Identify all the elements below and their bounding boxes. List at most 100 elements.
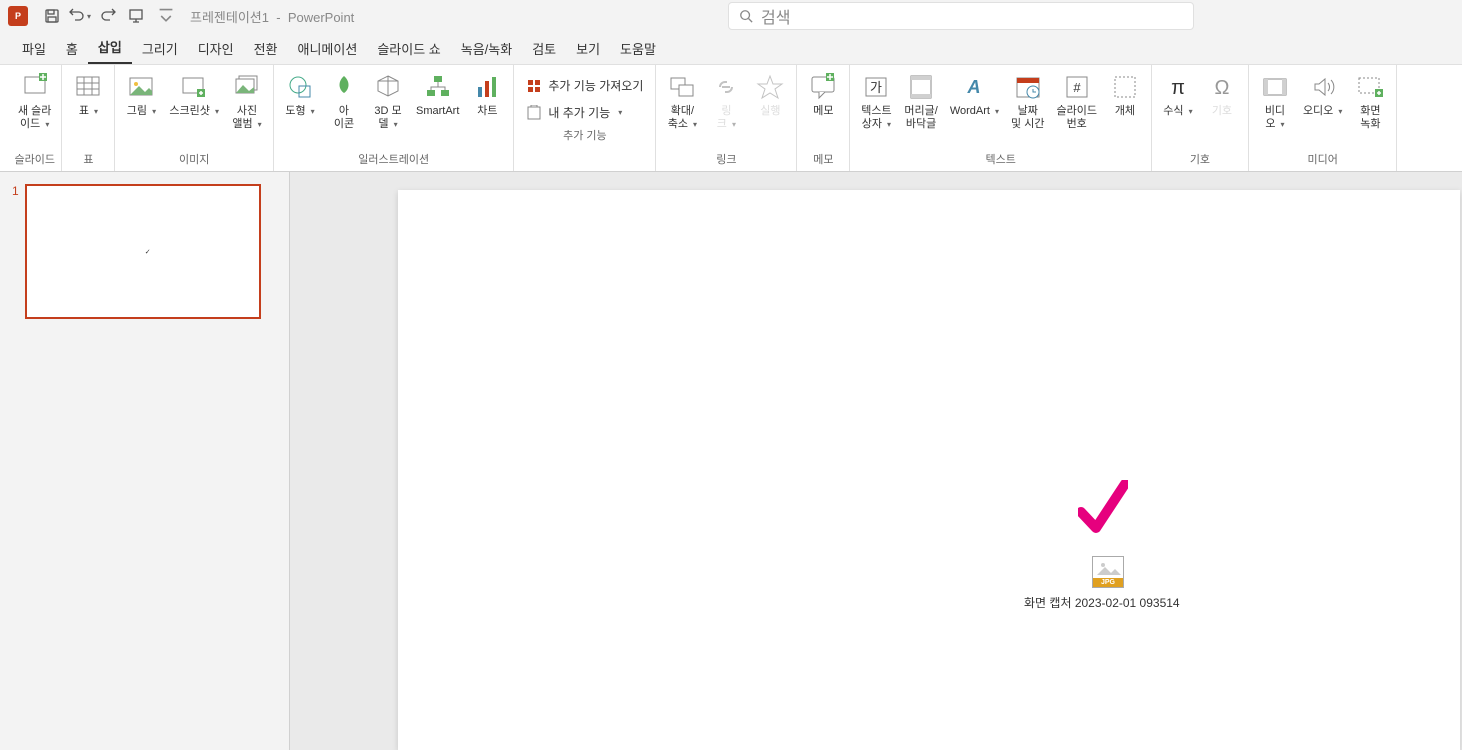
smartart-icon <box>422 71 454 103</box>
undo-button[interactable]: ▾ <box>68 4 92 28</box>
icons-button[interactable]: 아이콘 <box>324 69 364 133</box>
svg-text:#: # <box>1073 80 1081 95</box>
slide-number-label: 1 <box>12 184 19 738</box>
comment-icon <box>807 71 839 103</box>
ribbon-group-메모: 메모메모 <box>797 65 850 171</box>
tab-파일[interactable]: 파일 <box>12 33 56 64</box>
jpg-badge: JPG <box>1093 578 1123 587</box>
ribbon-tabs: 파일홈삽입그리기디자인전환애니메이션슬라이드 쇼녹음/녹화검토보기도움말 <box>0 32 1462 64</box>
checkmark-shape[interactable] <box>1078 480 1128 541</box>
photo-album-button[interactable]: 사진앨범 ▾ <box>227 69 267 133</box>
chevron-down-icon <box>158 8 174 24</box>
date-time-icon <box>1012 71 1044 103</box>
btn-label: 실행 <box>760 105 780 118</box>
checkmark-icon <box>1078 480 1128 536</box>
tab-슬라이드 쇼[interactable]: 슬라이드 쇼 <box>367 33 450 64</box>
slideshow-button[interactable] <box>124 4 148 28</box>
btn-label: 기호 <box>1212 105 1232 118</box>
chevron-down-icon: ▾ <box>732 120 736 129</box>
screenshot-button[interactable]: 스크린샷 ▾ <box>165 69 223 120</box>
smartart-button[interactable]: SmartArt <box>412 69 463 120</box>
header-footer-icon <box>905 71 937 103</box>
tab-전환[interactable]: 전환 <box>244 33 288 64</box>
photo-album-icon <box>231 71 263 103</box>
wordart-button[interactable]: AWordArt ▾ <box>946 69 1003 120</box>
image-placeholder[interactable]: JPG <box>1092 556 1124 588</box>
redo-button[interactable] <box>96 4 120 28</box>
object-button[interactable]: 개체 <box>1105 69 1145 120</box>
screen-recording-icon <box>1354 71 1386 103</box>
search-icon <box>739 9 753 23</box>
group-label: 이미지 <box>121 149 267 171</box>
btn-label: 비디오 ▾ <box>1265 105 1285 131</box>
ribbon-group-텍스트: 가텍스트상자 ▾머리글/바닥글AWordArt ▾ 날짜및 시간 #슬라이드번호개체… <box>850 65 1152 171</box>
date-time-button[interactable]: 날짜및 시간 <box>1007 69 1048 133</box>
ribbon-group-슬라이드: 새 슬라이드 ▾슬라이드 <box>8 65 62 171</box>
pictures-button[interactable]: 그림 ▾ <box>121 69 161 120</box>
screen-recording-button[interactable]: 화면녹화 <box>1350 69 1390 133</box>
group-label: 추가 기능 <box>520 125 649 147</box>
slide-thumbnail[interactable]: ✓ <box>25 184 261 319</box>
tab-홈[interactable]: 홈 <box>56 33 88 64</box>
table-button[interactable]: 표 ▾ <box>68 69 108 120</box>
tab-보기[interactable]: 보기 <box>566 33 610 64</box>
3d-models-button[interactable]: 3D 모델 ▾ <box>368 69 408 133</box>
group-label: 텍스트 <box>856 149 1145 171</box>
chart-button[interactable]: 차트 <box>467 69 507 120</box>
chevron-down-icon: ▾ <box>1281 120 1285 129</box>
new-slide-button[interactable]: 새 슬라이드 ▾ <box>14 69 55 133</box>
search-placeholder: 검색 <box>761 4 790 28</box>
header-footer-button[interactable]: 머리글/바닥글 <box>900 69 941 133</box>
zoom-icon <box>666 71 698 103</box>
image-caption[interactable]: 화면 캡처 2023-02-01 093514 <box>1024 594 1180 611</box>
qat-more-button[interactable] <box>154 4 178 28</box>
slide-number-icon: # <box>1061 71 1093 103</box>
my-addins-button[interactable]: 내 추가 기능▾ <box>520 100 649 125</box>
slide-canvas-area[interactable]: JPG 화면 캡처 2023-02-01 093514 <box>290 172 1462 750</box>
tab-그리기[interactable]: 그리기 <box>132 33 188 64</box>
text-box-button[interactable]: 가텍스트상자 ▾ <box>856 69 896 133</box>
undo-icon <box>69 8 85 24</box>
btn-label: 사진앨범 ▾ <box>232 105 261 131</box>
btn-label: 아이콘 <box>334 105 354 131</box>
comment-button[interactable]: 메모 <box>803 69 843 120</box>
zoom-button[interactable]: 확대/축소 ▾ <box>662 69 702 133</box>
image-placeholder-icon <box>1097 561 1121 575</box>
get-addins-button[interactable]: 추가 기능 가져오기 <box>520 73 649 98</box>
object-icon <box>1109 71 1141 103</box>
btn-label: 날짜및 시간 <box>1011 105 1044 131</box>
svg-text:A: A <box>967 77 981 97</box>
svg-text:가: 가 <box>870 80 882 95</box>
chevron-down-icon: ▾ <box>693 120 697 129</box>
chevron-down-icon: ▾ <box>152 107 156 116</box>
btn-label: 스크린샷 ▾ <box>169 105 219 118</box>
tab-디자인[interactable]: 디자인 <box>188 33 244 64</box>
tab-녹음/녹화[interactable]: 녹음/녹화 <box>451 33 522 64</box>
btn-label: 새 슬라이드 ▾ <box>18 105 51 131</box>
video-button[interactable]: 비디오 ▾ <box>1255 69 1295 133</box>
tab-애니메이션[interactable]: 애니메이션 <box>288 33 368 64</box>
symbol-button: Ω기호 <box>1202 69 1242 120</box>
ribbon-group-기호: π수식 ▾Ω기호기호 <box>1152 65 1249 171</box>
search-input[interactable]: 검색 <box>728 2 1194 30</box>
3d-models-icon <box>372 71 404 103</box>
tab-삽입[interactable]: 삽입 <box>88 31 132 64</box>
chevron-down-icon: ▾ <box>1189 107 1193 116</box>
btn-label: 표 ▾ <box>79 105 98 118</box>
chevron-down-icon: ▾ <box>87 12 91 21</box>
shapes-button[interactable]: 도형 ▾ <box>280 69 320 120</box>
btn-label: 추가 기능 가져오기 <box>548 77 643 94</box>
btn-label: 내 추가 기능 <box>548 104 610 121</box>
audio-button[interactable]: 오디오 ▾ <box>1299 69 1346 120</box>
group-label: 링크 <box>662 149 790 171</box>
pictures-icon <box>125 71 157 103</box>
slide-canvas[interactable]: JPG 화면 캡처 2023-02-01 093514 <box>398 190 1460 750</box>
thumbnail-pane[interactable]: 1 ✓ <box>0 172 290 750</box>
tab-검토[interactable]: 검토 <box>522 33 566 64</box>
save-button[interactable] <box>40 4 64 28</box>
btn-label: SmartArt <box>416 105 459 118</box>
group-label: 표 <box>68 149 108 171</box>
tab-도움말[interactable]: 도움말 <box>610 33 666 64</box>
slide-number-button[interactable]: #슬라이드번호 <box>1052 69 1100 133</box>
equation-button[interactable]: π수식 ▾ <box>1158 69 1198 120</box>
